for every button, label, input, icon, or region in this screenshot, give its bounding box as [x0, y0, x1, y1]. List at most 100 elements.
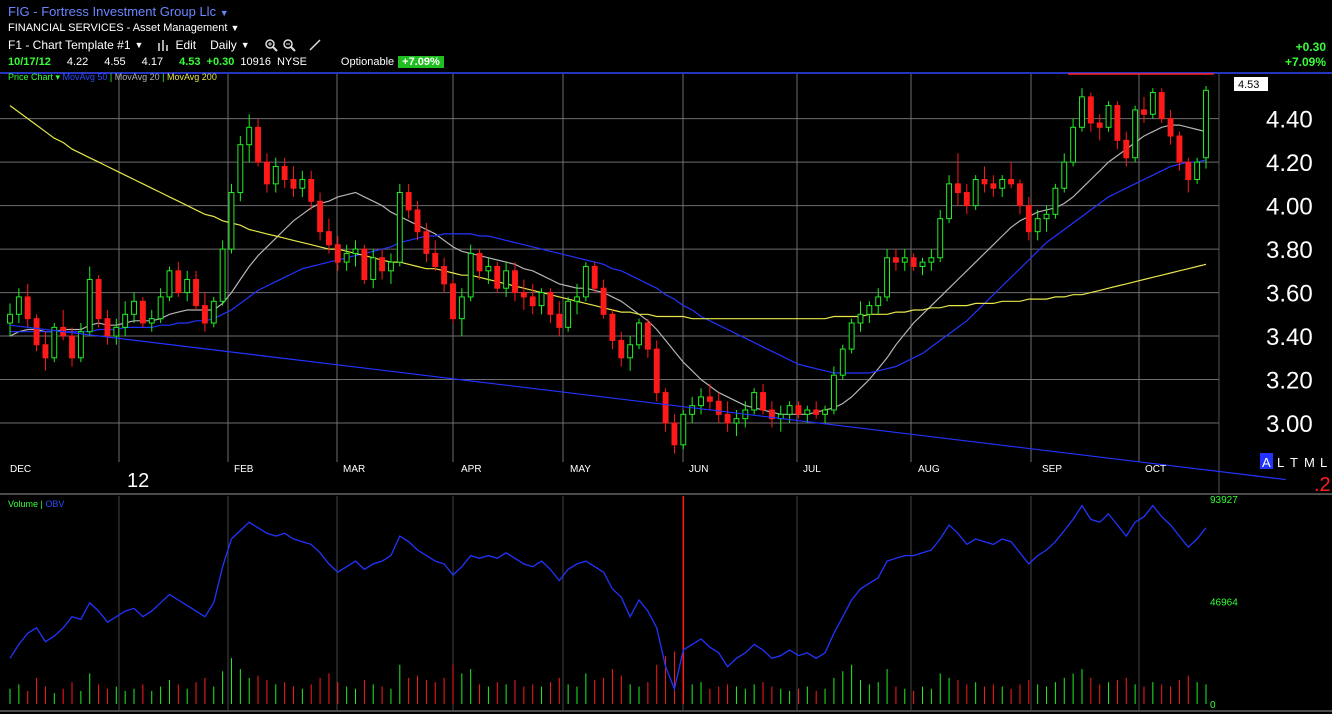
- candle-body: [122, 313, 129, 328]
- candle-body: [95, 279, 102, 320]
- candle-body: [77, 331, 84, 359]
- candle-body: [733, 418, 740, 424]
- price-tick-label: 3.40: [1266, 324, 1313, 351]
- year-label: 12: [127, 470, 149, 492]
- candle-body: [379, 257, 386, 272]
- candle-body: [1167, 118, 1174, 137]
- candle-body: [618, 339, 625, 359]
- candle-body: [272, 165, 279, 185]
- candle-body: [875, 296, 882, 307]
- candle-body: [1017, 183, 1023, 207]
- candle-body: [175, 270, 182, 294]
- candle-body: [1176, 135, 1183, 163]
- price-tick-label: 4.00: [1266, 194, 1313, 221]
- candle-body: [15, 296, 22, 315]
- candle-body: [237, 144, 244, 194]
- candle-body: [255, 126, 261, 163]
- candle-body: [884, 257, 891, 298]
- month-label: OCT: [1145, 464, 1166, 475]
- candle-body: [290, 179, 297, 189]
- candle-body: [1043, 213, 1050, 220]
- candle-body: [937, 218, 944, 259]
- volume-tick-label: 93927: [1210, 495, 1238, 506]
- candle-body: [1105, 105, 1112, 128]
- candle-body: [219, 248, 226, 302]
- price-tick-label: 3.80: [1266, 237, 1313, 264]
- candle-body: [1034, 218, 1041, 233]
- candle-body: [653, 348, 660, 394]
- candle-body: [42, 344, 49, 359]
- candle-body: [1141, 109, 1147, 115]
- candle-body: [813, 409, 820, 415]
- candle-body: [494, 265, 501, 289]
- candle-body: [1079, 96, 1085, 128]
- candle-body: [1194, 161, 1201, 180]
- candle-body: [193, 279, 199, 307]
- candle-body: [556, 313, 563, 328]
- price-axis-ticks: 4.40 4.20 4.00 3.80 3.60 3.40 3.20 3.00: [1266, 107, 1313, 438]
- candle-body: [131, 300, 137, 315]
- candle-body: [591, 265, 598, 289]
- range-buttons: ALTML: [1260, 453, 1327, 470]
- candle-body: [786, 405, 793, 415]
- candle-body: [325, 231, 332, 246]
- moving-averages: [9, 105, 1207, 415]
- candle-body: [901, 257, 908, 263]
- candle-body: [1185, 161, 1192, 180]
- volume-tick-label: 46964: [1210, 597, 1238, 608]
- candle-body: [529, 296, 536, 307]
- candle-body: [1203, 89, 1209, 159]
- candle-body: [361, 248, 368, 281]
- candle-body: [946, 183, 953, 220]
- candle-body: [804, 409, 811, 415]
- candle-body: [706, 396, 713, 402]
- candle-body: [246, 126, 253, 146]
- price-tick-label: 3.00: [1266, 411, 1313, 438]
- candle-body: [698, 396, 704, 407]
- candle-body: [928, 257, 935, 263]
- candle-body: [609, 313, 616, 341]
- volume-axis-ticks: 93927 46964 0: [1210, 495, 1238, 711]
- candle-body: [370, 257, 377, 281]
- candle-body: [228, 192, 235, 250]
- candle-body: [830, 374, 837, 411]
- candle-body: [547, 292, 554, 315]
- chart-grid: [0, 74, 1219, 710]
- candle-body: [405, 192, 412, 211]
- range-button[interactable]: A: [1262, 455, 1271, 470]
- range-button[interactable]: L: [1320, 455, 1327, 470]
- candlesticks: [7, 86, 1209, 454]
- candle-body: [432, 252, 439, 267]
- month-label: JUL: [803, 464, 821, 475]
- month-label: JUN: [689, 464, 708, 475]
- range-button[interactable]: M: [1304, 455, 1315, 470]
- candle-body: [1061, 161, 1068, 189]
- candle-body: [866, 305, 873, 315]
- candle-body: [910, 257, 917, 267]
- volume-legend: Volume | OBV: [8, 499, 64, 509]
- range-button[interactable]: L: [1277, 455, 1284, 470]
- candle-body: [396, 192, 403, 263]
- candle-body: [892, 257, 899, 263]
- candle-body: [503, 270, 510, 289]
- candle-body: [450, 283, 456, 320]
- range-button[interactable]: T: [1290, 455, 1298, 470]
- price-volume-chart[interactable]: Price Chart ▾ MovAvg 50 | MovAvg 20 | Mo…: [0, 0, 1332, 714]
- moving-average-line: [10, 159, 1207, 374]
- price-tick-label: 3.20: [1266, 368, 1313, 395]
- month-axis: DEC FEB MAR APR MAY JUN JUL AUG SEP OCT: [10, 464, 1166, 475]
- candle-body: [1052, 187, 1059, 215]
- candle-body: [848, 322, 855, 350]
- candle-body: [963, 192, 970, 207]
- candle-body: [308, 179, 315, 202]
- candle-body: [1114, 105, 1121, 141]
- candle-body: [423, 231, 430, 254]
- volume-bars: [9, 496, 1207, 704]
- candle-body: [317, 200, 324, 233]
- candle-body: [972, 179, 979, 207]
- candle-body: [1158, 92, 1165, 120]
- candle-body: [281, 165, 288, 181]
- candle-body: [582, 265, 589, 298]
- candle-body: [724, 413, 731, 424]
- candle-body: [671, 422, 678, 446]
